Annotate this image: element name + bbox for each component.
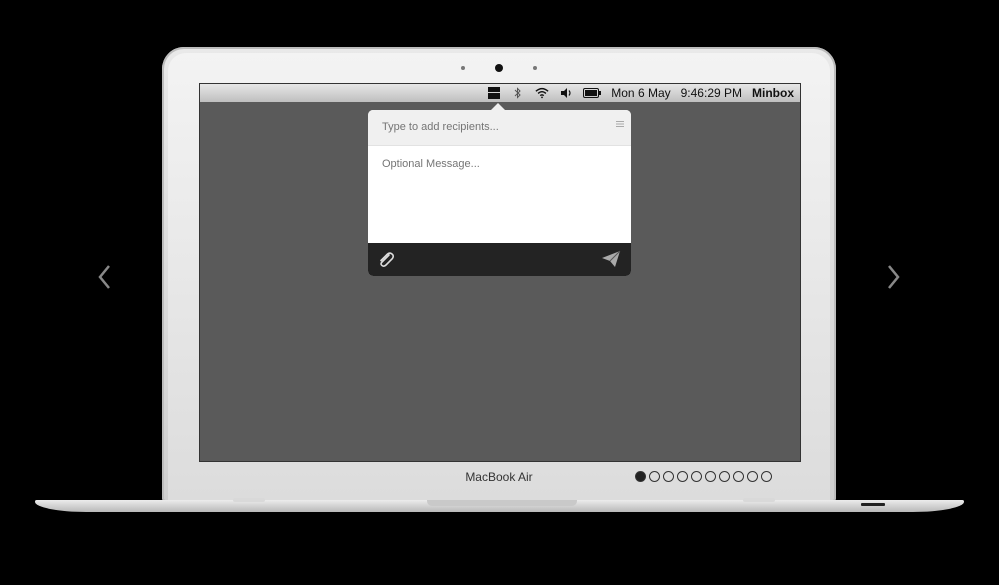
battery-icon[interactable] bbox=[583, 86, 602, 100]
message-input[interactable] bbox=[380, 156, 619, 240]
paperclip-icon[interactable] bbox=[376, 250, 396, 275]
lid-notch bbox=[427, 500, 577, 506]
menubar-date[interactable]: Mon 6 May bbox=[611, 86, 670, 100]
wifi-icon[interactable] bbox=[535, 86, 549, 100]
message-area bbox=[368, 146, 631, 243]
menubar-time[interactable]: 9:46:29 PM bbox=[681, 86, 742, 100]
carousel-dot[interactable] bbox=[719, 471, 730, 482]
laptop-base bbox=[35, 498, 964, 512]
popover-footer bbox=[368, 243, 631, 276]
laptop-lid: Mon 6 May 9:46:29 PM Minbox Type to add … bbox=[162, 47, 836, 502]
carousel-dot[interactable] bbox=[705, 471, 716, 482]
carousel-next-button[interactable] bbox=[884, 262, 904, 292]
menu-icon[interactable] bbox=[616, 115, 624, 133]
ambient-sensor bbox=[461, 66, 465, 70]
chevron-left-icon bbox=[98, 265, 110, 289]
carousel-dots bbox=[635, 471, 772, 482]
carousel-dot[interactable] bbox=[649, 471, 660, 482]
carousel-dot[interactable] bbox=[635, 471, 646, 482]
minbox-popover bbox=[368, 103, 631, 276]
minbox-icon[interactable] bbox=[487, 86, 501, 100]
recipients-input[interactable] bbox=[380, 120, 604, 134]
volume-icon[interactable] bbox=[559, 86, 573, 100]
chevron-right-icon bbox=[888, 265, 900, 289]
menu-bar: Mon 6 May 9:46:29 PM Minbox bbox=[200, 84, 800, 102]
camera bbox=[495, 64, 503, 72]
bluetooth-icon[interactable] bbox=[511, 86, 525, 100]
port bbox=[861, 503, 885, 506]
hinge bbox=[233, 498, 265, 502]
hinge bbox=[743, 498, 775, 502]
menubar-app-name[interactable]: Minbox bbox=[752, 86, 794, 100]
carousel-dot[interactable] bbox=[733, 471, 744, 482]
carousel-dot[interactable] bbox=[761, 471, 772, 482]
carousel-dot[interactable] bbox=[747, 471, 758, 482]
recipients-row bbox=[368, 110, 631, 146]
ambient-sensor bbox=[533, 66, 537, 70]
paper-plane-icon[interactable] bbox=[601, 249, 621, 274]
screen: Mon 6 May 9:46:29 PM Minbox bbox=[199, 83, 801, 462]
carousel-prev-button[interactable] bbox=[94, 262, 114, 292]
carousel-dot[interactable] bbox=[677, 471, 688, 482]
carousel-dot[interactable] bbox=[663, 471, 674, 482]
carousel-dot[interactable] bbox=[691, 471, 702, 482]
